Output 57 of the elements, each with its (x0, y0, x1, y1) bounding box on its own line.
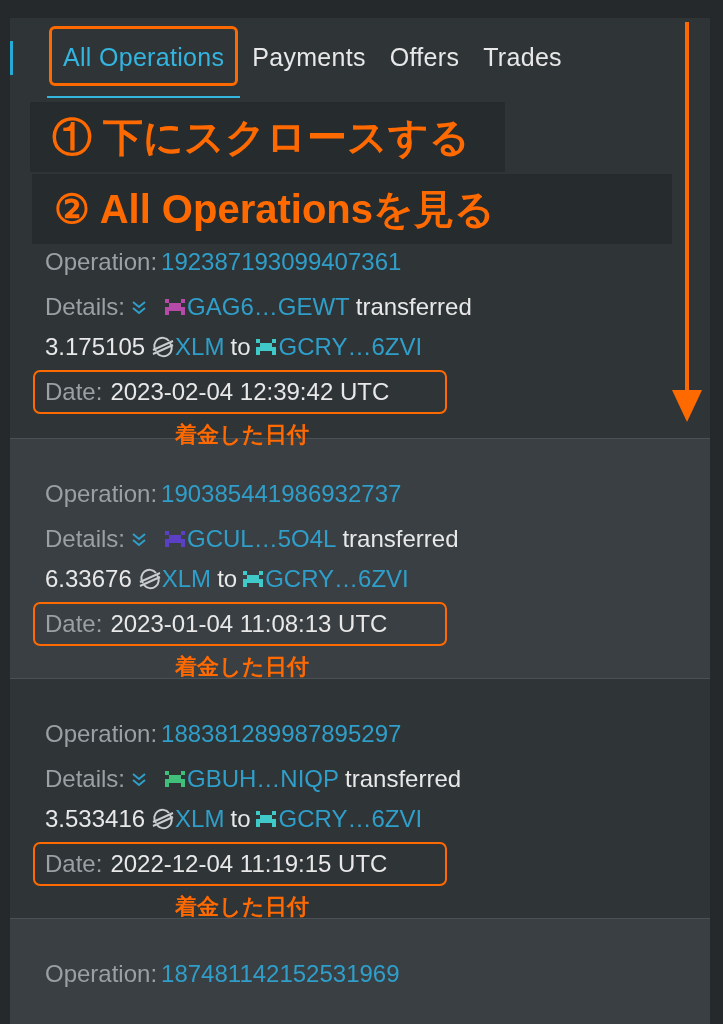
verb-text: transferred (355, 293, 472, 321)
expand-icon[interactable] (131, 299, 148, 315)
annotation-note: 着金した日付 (175, 653, 310, 681)
account-link[interactable]: GBUH…NIQP (187, 765, 340, 793)
verb-text: transferred (345, 765, 462, 793)
avatar-icon (256, 339, 277, 355)
field-label: Operation: (45, 480, 158, 508)
stellar-icon (137, 568, 162, 590)
stellar-icon (151, 808, 176, 830)
asset-link[interactable]: XLM (175, 805, 225, 833)
step-instruction: ② All Operationsを見る (32, 174, 672, 244)
annotation-note: 着金した日付 (175, 421, 310, 449)
field-label: Date: (45, 850, 103, 878)
field-label: Operation: (45, 248, 158, 276)
amount-text: 3.533416 (45, 805, 146, 833)
field-label: Details: (45, 525, 126, 553)
asset-link[interactable]: XLM (161, 565, 212, 593)
step-instruction: ① 下にスクロースする (30, 102, 505, 172)
account-link[interactable]: GAG6…GEWT (187, 293, 350, 321)
verb-text: transferred (342, 525, 459, 553)
date-text: 2023-02-04 12:39:42 UTC (110, 378, 390, 406)
operation-link[interactable]: 187481142152531969 (161, 960, 400, 988)
avatar-icon (256, 811, 277, 827)
field-label: Date: (45, 610, 103, 638)
account-link[interactable]: GCRY…6ZVI (278, 805, 423, 833)
field-label: Date: (45, 378, 103, 406)
to-text: to (230, 333, 251, 361)
expand-icon[interactable] (131, 771, 148, 787)
annotation-note: 着金した日付 (175, 893, 310, 921)
scroll-marker (10, 41, 13, 75)
account-link[interactable]: GCRY…6ZVI (278, 333, 423, 361)
expand-icon[interactable] (131, 531, 148, 547)
operation-link[interactable]: 188381289987895297 (161, 720, 402, 748)
field-label: Details: (45, 765, 126, 793)
avatar-icon (165, 299, 186, 315)
avatar-icon (165, 771, 186, 787)
stellar-icon (151, 336, 176, 358)
account-link[interactable]: GCUL…5O4L (187, 525, 337, 553)
operation-link[interactable]: 190385441986932737 (161, 480, 402, 508)
field-label: Details: (45, 293, 126, 321)
avatar-icon (243, 571, 264, 587)
tab[interactable]: Offers (377, 18, 472, 98)
tab[interactable]: Payments (240, 18, 378, 98)
account-link[interactable]: GCRY…6ZVI (265, 565, 409, 593)
to-text: to (230, 805, 251, 833)
field-label: Operation: (45, 960, 158, 988)
field-label: Operation: (45, 720, 158, 748)
date-text: 2022-12-04 11:19:15 UTC (110, 850, 388, 878)
amount-text: 3.175105 (45, 333, 146, 361)
to-text: to (217, 565, 238, 593)
operation-link[interactable]: 192387193099407361 (161, 248, 402, 276)
date-text: 2023-01-04 11:08:13 UTC (110, 610, 388, 638)
tab[interactable]: Trades (471, 18, 574, 98)
avatar-icon (165, 531, 186, 547)
amount-text: 6.33676 (45, 565, 132, 593)
asset-link[interactable]: XLM (175, 333, 225, 361)
tab[interactable]: All Operations (47, 18, 241, 98)
